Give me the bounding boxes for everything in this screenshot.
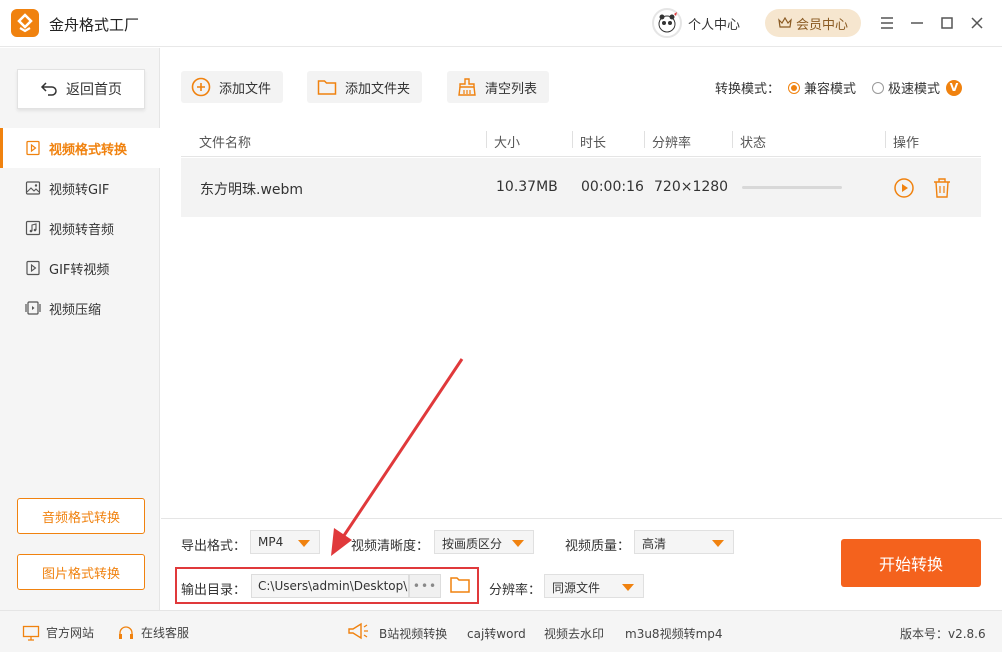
online-service-label: 在线客服 <box>141 626 190 640</box>
clear-list-label: 清空列表 <box>485 81 538 97</box>
link-bilibili[interactable]: B站视频转换 <box>379 625 447 642</box>
compress-icon <box>25 301 41 315</box>
sidebar-item-video-to-gif[interactable]: 视频转GIF <box>0 168 160 208</box>
gif-video-icon <box>26 260 40 276</box>
vip-badge-icon: V <box>946 79 963 96</box>
conversion-mode: 转换模式： 兼容模式 极速模式 V <box>715 78 963 97</box>
conversion-progress <box>742 186 842 189</box>
headset-icon <box>119 625 133 639</box>
output-dir-label: 输出目录： <box>181 583 247 598</box>
sidebar-item-video-to-audio[interactable]: 视频转音频 <box>0 208 160 248</box>
crown-icon <box>778 17 792 28</box>
compat-mode-radio[interactable] <box>788 81 801 94</box>
col-duration: 时长 <box>580 136 607 151</box>
chevron-down-icon <box>298 540 310 547</box>
megaphone-icon <box>348 622 368 640</box>
file-duration: 00:00:16 <box>581 179 644 195</box>
online-service-link[interactable]: 在线客服 <box>117 624 189 641</box>
open-folder-icon[interactable] <box>449 574 471 596</box>
vip-center-button[interactable]: 会员中心 <box>765 9 861 37</box>
image-format-button[interactable]: 图片格式转换 <box>17 554 145 590</box>
sidebar-item-video-compress[interactable]: 视频压缩 <box>0 288 160 328</box>
start-conversion-button[interactable]: 开始转换 <box>841 539 981 587</box>
close-icon[interactable] <box>968 14 986 32</box>
col-status: 状态 <box>740 136 767 151</box>
app-logo-icon <box>11 9 39 37</box>
mode-label: 转换模式： <box>715 82 781 97</box>
link-remove-watermark[interactable]: 视频去水印 <box>544 625 604 642</box>
file-resolution: 720×1280 <box>654 179 729 195</box>
sidebar-item-label: 视频转音频 <box>49 222 115 238</box>
resolution-value: 同源文件 <box>552 581 601 595</box>
table-header: 文件名称 大小 时长 分辨率 状态 操作 <box>181 124 981 157</box>
clarity-label: 视频清晰度： <box>351 539 430 554</box>
sidebar-item-label: 视频转GIF <box>49 182 110 198</box>
quality-select[interactable]: 高清 <box>634 530 734 554</box>
export-format-select[interactable]: MP4 <box>250 530 320 554</box>
user-center-label: 个人中心 <box>688 17 741 33</box>
fast-mode-label[interactable]: 极速模式 <box>888 78 940 97</box>
app-title: 金舟格式工厂 <box>49 16 140 34</box>
audio-format-button[interactable]: 音频格式转换 <box>17 498 145 534</box>
resolution-label: 分辨率： <box>489 583 542 598</box>
clear-list-button[interactable]: 清空列表 <box>447 71 550 103</box>
sidebar-item-gif-to-video[interactable]: GIF转视频 <box>0 248 160 288</box>
col-resolution: 分辨率 <box>652 136 692 151</box>
col-action: 操作 <box>893 136 920 151</box>
chevron-down-icon <box>622 584 634 591</box>
official-website-label: 官方网站 <box>46 626 95 640</box>
quality-value: 高清 <box>642 537 667 551</box>
add-folder-button[interactable]: 添加文件夹 <box>307 71 423 103</box>
maximize-icon[interactable] <box>938 14 956 32</box>
sidebar-item-video-format[interactable]: 视频格式转换 <box>0 128 160 168</box>
add-folder-label: 添加文件夹 <box>345 81 411 97</box>
avatar <box>652 8 682 38</box>
monitor-icon <box>22 625 40 641</box>
plus-circle-icon <box>191 77 211 97</box>
output-dir-field[interactable]: C:\Users\admin\Desktop\ <box>251 574 409 598</box>
browse-more-button[interactable]: ••• <box>409 574 441 598</box>
chevron-down-icon <box>512 540 524 547</box>
user-center-button[interactable]: 个人中心 <box>652 8 740 38</box>
menu-icon[interactable] <box>878 14 896 32</box>
sidebar-item-label: 视频格式转换 <box>49 142 128 158</box>
link-m3u8-mp4[interactable]: m3u8视频转mp4 <box>625 625 723 642</box>
folder-icon <box>317 80 337 95</box>
quality-label: 视频质量： <box>565 539 631 554</box>
official-website-link[interactable]: 官方网站 <box>22 624 94 641</box>
file-name: 东方明珠.webm <box>200 182 304 198</box>
return-icon <box>40 82 57 96</box>
back-home-button[interactable]: 返回首页 <box>17 69 145 109</box>
version-label: 版本号：v2.8.6 <box>900 627 986 641</box>
music-icon <box>25 220 41 236</box>
minimize-icon[interactable] <box>908 14 926 32</box>
col-size: 大小 <box>494 136 521 151</box>
sidebar-item-label: 视频压缩 <box>49 302 102 318</box>
vip-center-label: 会员中心 <box>795 17 848 33</box>
export-format-label: 导出格式： <box>181 539 247 554</box>
export-format-value: MP4 <box>258 535 284 549</box>
sidebar-item-label: GIF转视频 <box>49 262 110 278</box>
play-icon[interactable] <box>893 177 915 199</box>
fast-mode-radio[interactable] <box>872 81 885 94</box>
back-home-label: 返回首页 <box>66 82 122 98</box>
add-file-label: 添加文件 <box>219 81 272 97</box>
clarity-select[interactable]: 按画质区分 <box>434 530 534 554</box>
link-caj-word[interactable]: caj转word <box>467 625 526 642</box>
video-play-icon <box>26 140 40 156</box>
title-bar: 金舟格式工厂 个人中心 会员中心 <box>0 0 1002 47</box>
trash-icon[interactable] <box>932 177 952 199</box>
resolution-select[interactable]: 同源文件 <box>544 574 644 598</box>
status-bar: 官方网站 在线客服 B站视频转换 caj转word 视频去水印 m3u8视频转m… <box>0 610 1002 652</box>
broom-icon <box>458 78 476 96</box>
clarity-value: 按画质区分 <box>442 537 503 551</box>
add-file-button[interactable]: 添加文件 <box>181 71 284 103</box>
compat-mode-label[interactable]: 兼容模式 <box>804 78 856 97</box>
file-size: 10.37MB <box>496 179 558 195</box>
image-icon <box>25 181 41 195</box>
sidebar: 返回首页 视频格式转换 视频转GIF 视频转音频 GIF转视频 视频压缩 音频格… <box>0 48 160 610</box>
chevron-down-icon <box>712 540 724 547</box>
col-name: 文件名称 <box>199 136 252 151</box>
table-row[interactable]: 东方明珠.webm 10.37MB 00:00:16 720×1280 <box>181 158 981 217</box>
